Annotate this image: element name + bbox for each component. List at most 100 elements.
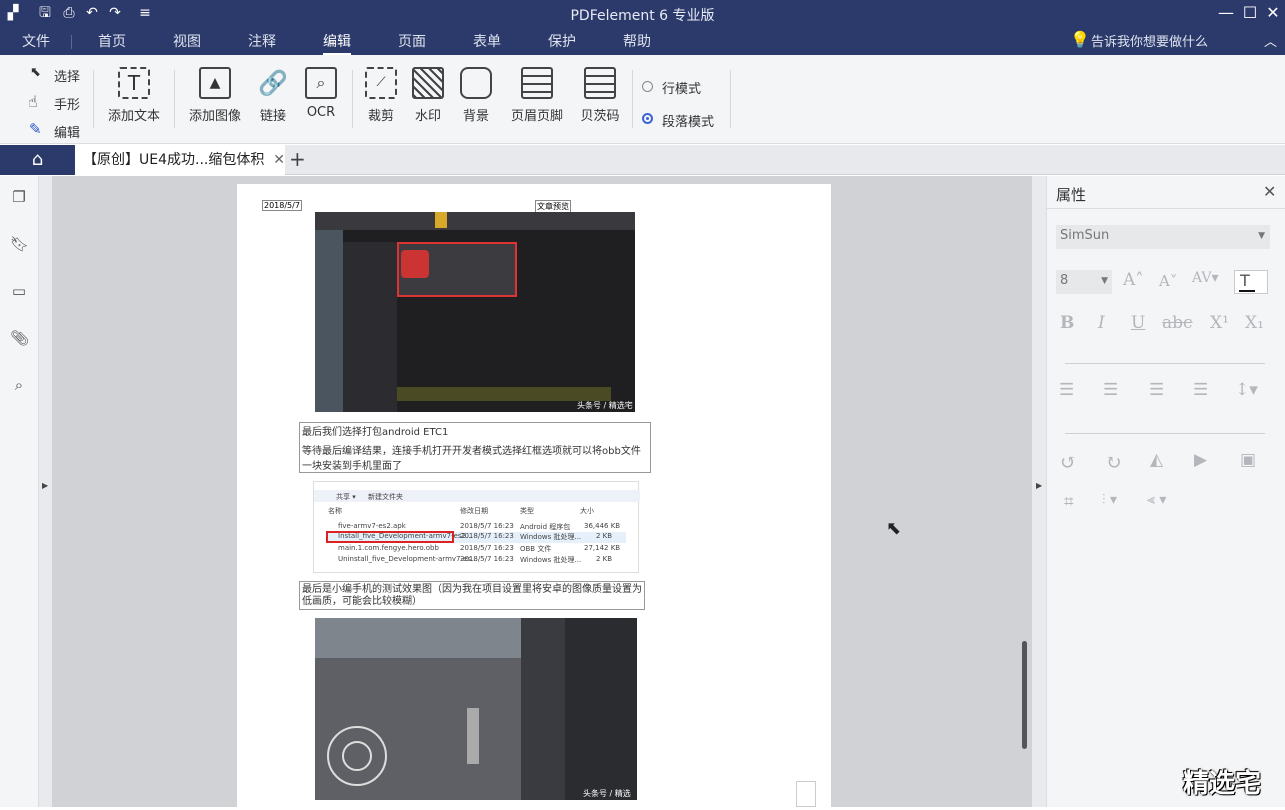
line-mode-label[interactable]: 行模式 — [662, 78, 701, 97]
edit-mode-button[interactable]: 编辑 — [54, 122, 80, 141]
attachment-icon[interactable]: 📎︎ — [10, 329, 29, 347]
bates-number-icon — [584, 67, 616, 99]
tell-me-search[interactable]: 告诉我你想要做什么 — [1091, 31, 1208, 50]
select-mode-button[interactable]: 选择 — [54, 66, 80, 85]
search-icon[interactable]: ⌕ — [10, 376, 28, 394]
paragraph-mode-label[interactable]: 段落模式 — [662, 111, 714, 130]
menu-page[interactable]: 页面 — [398, 31, 426, 51]
menu-bar: 文件 首页 视图 注释 编辑 页面 表单 保护 帮助 💡 告诉我你想要做什么 ︿ — [0, 27, 1285, 56]
align-right-icon[interactable]: ☰ — [1149, 380, 1164, 400]
corner-watermark: 精选宅 — [1183, 769, 1262, 799]
thumbnails-icon[interactable]: ❐ — [10, 188, 28, 206]
paragraph-box-3[interactable]: 最后是小编手机的测试效果图（因为我在项目设置里将安卓的图像质量设置为低画质，可能… — [299, 581, 645, 610]
align-objects-icon[interactable]: ⫶ ▾ — [1102, 492, 1117, 508]
menu-home[interactable]: 首页 — [98, 31, 126, 51]
replace-image-icon[interactable]: ▣ — [1240, 450, 1256, 470]
add-text-button[interactable]: T 添加文本 — [106, 67, 162, 124]
font-color-button[interactable]: T — [1234, 270, 1268, 294]
character-spacing-icon[interactable]: AV▾ — [1192, 270, 1219, 286]
home-tab[interactable]: ⌂ — [0, 145, 75, 175]
page-date: 2018/5/7 — [262, 200, 302, 211]
file-explorer-screenshot: 共享 ▾ 新建文件夹 名称 修改日期 类型 大小 five-armv7-es2.… — [313, 481, 640, 573]
properties-title: 属性 — [1056, 186, 1087, 204]
add-image-button[interactable]: ▲ 添加图像 — [186, 67, 244, 124]
line-mode-radio[interactable] — [642, 81, 653, 92]
left-sidebar: ❐ 🔖︎ ▭ 📎︎ ⌕ — [0, 176, 39, 807]
text-color-icon: T — [1240, 271, 1250, 290]
distribute-objects-icon[interactable]: ⫷ ▾ — [1147, 492, 1166, 508]
paragraph-1: 最后我们选择打包android ETC1 — [302, 427, 449, 438]
font-family-select[interactable]: SimSun ▼ — [1056, 225, 1270, 249]
link-button[interactable]: 🔗 链接 — [256, 67, 290, 124]
window-title: PDFelement 6 专业版 — [570, 8, 715, 24]
italic-icon[interactable]: I — [1098, 313, 1105, 333]
subscript-icon[interactable]: X₁ — [1245, 313, 1264, 333]
crop-icon: ⟋ — [365, 67, 397, 99]
close-button[interactable]: ✕ — [1262, 2, 1284, 24]
title-bar: ▞ 🖫 ⎙ ↶ ↷ ≡ PDFelement 6 专业版 — ☐ ✕ — [0, 0, 1285, 27]
rotate-right-icon[interactable]: ↻ — [1105, 450, 1122, 474]
explorer-row: main.1.com.fengye.hero.obb 2018/5/7 16:2… — [338, 544, 621, 553]
collapse-right-icon: ▶ — [1036, 481, 1043, 490]
decrease-font-icon[interactable]: A˅ — [1159, 272, 1177, 290]
increase-font-icon[interactable]: A˄ — [1123, 270, 1144, 290]
ocr-button[interactable]: ⌕ OCR — [304, 67, 338, 120]
justify-icon[interactable]: ☰ — [1193, 380, 1208, 400]
vertical-scrollbar[interactable] — [1022, 641, 1027, 749]
select-mode-icon: ⬉ — [30, 65, 41, 80]
document-tab[interactable]: 【原创】UE4成功...缩包体积 ✕ — [75, 145, 285, 175]
home-icon: ⌂ — [31, 149, 44, 170]
phone-test-screenshot: 头条号 / 精选宅 — [315, 618, 637, 809]
close-properties-icon[interactable]: ✕ — [1263, 182, 1276, 201]
page-scroll-thumb[interactable] — [796, 781, 816, 807]
line-spacing-icon[interactable]: ↕▾ — [1235, 380, 1258, 400]
align-left-icon[interactable]: ☰ — [1059, 380, 1074, 400]
close-tab-icon[interactable]: ✕ — [273, 145, 285, 175]
menu-view[interactable]: 视图 — [173, 31, 201, 51]
rotate-left-icon[interactable]: ↺ — [1060, 450, 1077, 474]
hand-icon: ☝ — [28, 92, 38, 111]
ocr-icon: ⌕ — [305, 67, 337, 99]
hand-mode-button[interactable]: 手形 — [54, 94, 80, 113]
bates-number-button[interactable]: 贝茨码 — [578, 67, 622, 124]
menu-comment[interactable]: 注释 — [248, 31, 276, 51]
shot1-watermark: 头条号 / 精选宅 — [577, 401, 633, 410]
font-size-select[interactable]: 8 ▼ — [1056, 270, 1112, 294]
paragraph-box-1[interactable]: 最后我们选择打包android ETC1 等待最后编译结果，连接手机打开开发者模… — [299, 422, 651, 473]
menu-protect[interactable]: 保护 — [548, 31, 576, 51]
watermark-button[interactable]: 水印 — [411, 67, 445, 124]
new-tab-icon[interactable]: + — [289, 147, 306, 171]
minimize-button[interactable]: — — [1215, 2, 1237, 24]
image-icon: ▲ — [199, 67, 231, 99]
maximize-button[interactable]: ☐ — [1239, 2, 1261, 24]
header-footer-button[interactable]: 页眉页脚 — [508, 67, 566, 124]
menu-file[interactable]: 文件 — [22, 31, 50, 51]
comment-icon[interactable]: ▭ — [10, 282, 28, 300]
document-tab-bar: ⌂ 【原创】UE4成功...缩包体积 ✕ + — [0, 145, 1285, 175]
underline-icon[interactable]: U — [1131, 313, 1145, 333]
edit-mode-icon: ✎ — [29, 120, 42, 138]
strikethrough-icon[interactable]: abc — [1162, 313, 1193, 333]
background-button[interactable]: 背景 — [459, 67, 493, 124]
bold-icon[interactable]: B — [1060, 313, 1074, 333]
paragraph-mode-radio[interactable] — [642, 113, 653, 124]
menu-help[interactable]: 帮助 — [623, 31, 651, 51]
collapse-ribbon-icon[interactable]: ︿ — [1264, 31, 1277, 50]
dropdown-arrow-icon: ▼ — [1101, 276, 1108, 286]
bookmark-icon[interactable]: 🔖︎ — [10, 235, 29, 253]
flip-vertical-icon[interactable]: ▶ — [1194, 450, 1207, 470]
crop-button[interactable]: ⟋ 裁剪 — [364, 67, 398, 124]
flip-horizontal-icon[interactable]: ◭ — [1150, 450, 1163, 470]
left-panel-toggle[interactable]: ▶ — [39, 176, 52, 807]
align-center-icon[interactable]: ☰ — [1103, 380, 1118, 400]
ue4-screenshot-image: 头条号 / 精选宅 — [315, 212, 635, 412]
menu-edit[interactable]: 编辑 — [323, 31, 351, 56]
superscript-icon[interactable]: X¹ — [1210, 313, 1229, 333]
watermark-icon — [412, 67, 444, 99]
link-icon: 🔗 — [258, 69, 288, 97]
right-panel-toggle[interactable]: ▶ — [1032, 176, 1046, 807]
menu-form[interactable]: 表单 — [473, 31, 501, 51]
expand-left-icon: ▶ — [42, 481, 49, 490]
crop-image-icon[interactable]: ⌗ — [1064, 492, 1074, 512]
document-canvas: 2018/5/7 文章预览 头条号 / 精选宅 最后我们选择打包android … — [52, 176, 1032, 809]
